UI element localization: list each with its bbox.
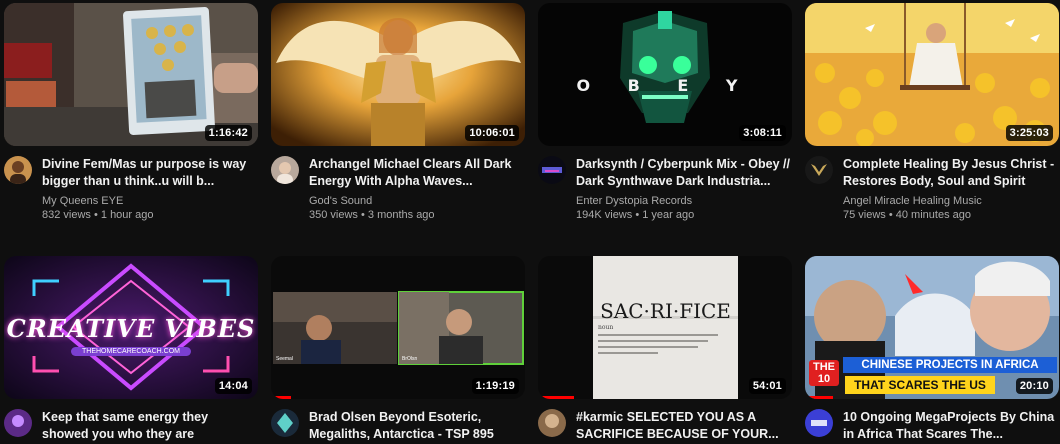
svg-text:BrOlsn: BrOlsn	[402, 356, 418, 362]
channel-avatar[interactable]	[271, 409, 299, 437]
view-count: 350 views	[309, 209, 358, 221]
video-thumbnail[interactable]: THE 10 CHINESE PROJECTS IN AFRICA THAT S…	[805, 256, 1059, 399]
video-thumbnail[interactable]: CREATIVE VIBES THEHOMECARECOACH.COM 14:0…	[4, 256, 258, 399]
watch-progress-bar	[538, 396, 574, 399]
svg-text:Seemal: Seemal	[276, 356, 293, 362]
video-thumbnail[interactable]: 1:16:42	[4, 3, 258, 146]
channel-avatar[interactable]	[4, 409, 32, 437]
thumbnail-overlay-text: SAC·RI·FICE	[600, 299, 731, 323]
video-title[interactable]: Keep that same energy they showed you wh…	[42, 409, 258, 443]
channel-avatar[interactable]	[538, 409, 566, 437]
video-title[interactable]: Archangel Michael Clears All Dark Energy…	[309, 156, 525, 190]
view-count: 832 views	[42, 209, 91, 221]
duration-badge: 3:08:11	[739, 125, 786, 141]
video-card[interactable]: Seemal BrOlsn 1:19:19 Brad Olsen Beyond …	[271, 256, 525, 443]
video-card[interactable]: 10:06:01 Archangel Michael Clears All Da…	[271, 3, 525, 223]
channel-avatar[interactable]	[805, 409, 833, 437]
video-thumbnail[interactable]: Seemal BrOlsn 1:19:19	[271, 256, 525, 399]
duration-badge: 1:16:42	[204, 125, 252, 141]
video-stats: 350 views • 3 months ago	[309, 209, 435, 221]
channel-avatar[interactable]	[538, 156, 566, 184]
video-title[interactable]: 10 Ongoing MegaProjects By China in Afri…	[843, 409, 1059, 443]
channel-avatar[interactable]	[805, 156, 833, 184]
watch-progress-bar	[271, 396, 292, 399]
video-title[interactable]: Divine Fem/Mas ur purpose is way bigger …	[42, 156, 258, 190]
thumbnail-overlay-text: O B E Y	[576, 76, 754, 95]
channel-avatar[interactable]	[271, 156, 299, 184]
video-card[interactable]: 1:16:42 Divine Fem/Mas ur purpose is way…	[4, 3, 258, 223]
video-title[interactable]: Brad Olsen Beyond Esoteric, Megaliths, A…	[309, 409, 525, 443]
duration-badge: 54:01	[748, 378, 786, 394]
video-card[interactable]: SAC·RI·FICE noun 54:01 #karmic SELECTED …	[538, 256, 792, 443]
channel-name[interactable]: Enter Dystopia Records	[576, 194, 792, 208]
view-count: 194K views	[576, 209, 633, 221]
video-stats: 194K views • 1 year ago	[576, 209, 695, 221]
thumbnail-overlay-subtext: noun	[598, 324, 614, 331]
view-count: 75 views	[843, 209, 886, 221]
channel-avatar[interactable]	[4, 156, 32, 184]
upload-age: 3 months ago	[367, 209, 435, 221]
video-card[interactable]: THE 10 CHINESE PROJECTS IN AFRICA THAT S…	[805, 256, 1059, 443]
video-title[interactable]: #karmic SELECTED YOU AS A SACRIFICE BECA…	[576, 409, 792, 443]
thumbnail-overlay-text: CREATIVE VIBES	[6, 314, 256, 343]
video-card[interactable]: CREATIVE VIBES THEHOMECARECOACH.COM 14:0…	[4, 256, 258, 443]
video-card[interactable]: 3:25:03 Complete Healing By Jesus Christ…	[805, 3, 1059, 223]
video-card[interactable]: O B E Y 3:08:11 Darksynth / Cyberpunk Mi…	[538, 3, 792, 223]
video-stats: 832 views • 1 hour ago	[42, 209, 154, 221]
channel-name[interactable]: Angel Miracle Healing Music	[843, 194, 1059, 208]
video-thumbnail[interactable]: 10:06:01	[271, 3, 525, 146]
thumbnail-badge: THE 10	[809, 360, 839, 386]
thumbnail-overlay-text-2: THAT SCARES THE US	[845, 376, 995, 394]
video-thumbnail[interactable]: 3:25:03	[805, 3, 1059, 146]
video-grid: 1:16:42 Divine Fem/Mas ur purpose is way…	[0, 0, 1060, 444]
video-thumbnail[interactable]: O B E Y 3:08:11	[538, 3, 792, 146]
video-stats: 75 views • 40 minutes ago	[843, 209, 971, 221]
thumbnail-overlay-text: CHINESE PROJECTS IN AFRICA	[843, 357, 1057, 373]
video-thumbnail[interactable]: SAC·RI·FICE noun 54:01	[538, 256, 792, 399]
watch-progress-bar	[805, 396, 833, 399]
duration-badge: 20:10	[1015, 378, 1053, 394]
upload-age: 40 minutes ago	[895, 209, 971, 221]
video-title[interactable]: Darksynth / Cyberpunk Mix - Obey // Dark…	[576, 156, 792, 190]
upload-age: 1 hour ago	[100, 209, 154, 221]
duration-badge: 3:25:03	[1005, 125, 1053, 141]
video-title[interactable]: Complete Healing By Jesus Christ - Resto…	[843, 156, 1059, 190]
channel-name[interactable]: My Queens EYE	[42, 194, 258, 208]
duration-badge: 1:19:19	[471, 378, 519, 394]
thumbnail-overlay-subtext: THEHOMECARECOACH.COM	[71, 347, 191, 356]
channel-name[interactable]: God's Sound	[309, 194, 525, 208]
duration-badge: 14:04	[214, 378, 252, 394]
upload-age: 1 year ago	[642, 209, 695, 221]
duration-badge: 10:06:01	[465, 125, 519, 141]
